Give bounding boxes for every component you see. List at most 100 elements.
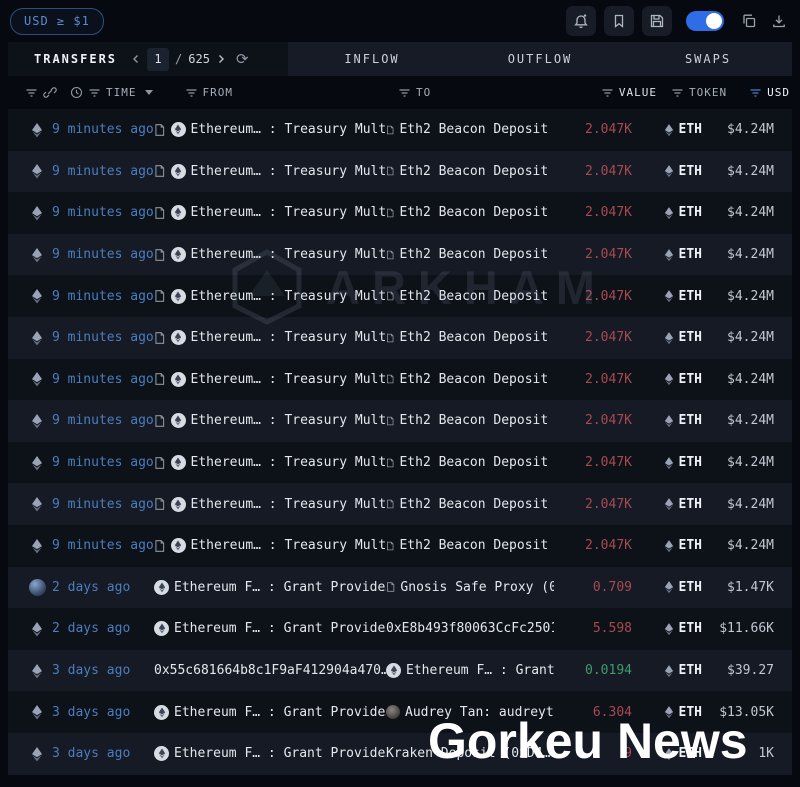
usd-header[interactable]: USD xyxy=(749,86,790,99)
copy-icon[interactable] xyxy=(738,10,760,32)
time-cell[interactable]: 9 minutes ago xyxy=(52,289,154,304)
time-header[interactable]: TIME xyxy=(70,86,153,99)
table-row[interactable]: 3 days ago Ethereum F… : Grant Provide… … xyxy=(8,691,792,733)
to-entity[interactable]: Eth2 Beacon Deposit Contrac… xyxy=(386,497,554,512)
value-header[interactable]: VALUE xyxy=(601,86,657,99)
from-entity[interactable]: Ethereum… : Treasury Mult… xyxy=(154,289,386,304)
to-entity[interactable]: Eth2 Beacon Deposit Contrac… xyxy=(386,289,554,304)
to-entity[interactable]: Eth2 Beacon Deposit Contrac… xyxy=(386,122,554,137)
table-row[interactable]: 9 minutes ago Ethereum… : Treasury Mult…… xyxy=(8,275,792,317)
value-cell: 2.047K xyxy=(554,247,632,262)
table-row[interactable]: 2 days ago Ethereum F… : Grant Provide… … xyxy=(8,567,792,609)
to-entity[interactable]: Kraken Deposit (0xD4… xyxy=(386,746,554,761)
tab-swaps[interactable]: SWAPS xyxy=(624,42,792,76)
table-row[interactable]: 9 minutes ago Ethereum… : Treasury Mult…… xyxy=(8,234,792,276)
from-entity[interactable]: Ethereum… : Treasury Mult… xyxy=(154,330,386,345)
time-cell[interactable]: 2 days ago xyxy=(52,580,154,595)
from-entity[interactable]: Ethereum… : Treasury Mult… xyxy=(154,164,386,179)
chain-icon-cell xyxy=(22,205,52,221)
to-entity[interactable]: Eth2 Beacon Deposit Contrac… xyxy=(386,164,554,179)
tab-inflow[interactable]: INFLOW xyxy=(288,42,456,76)
to-entity[interactable]: Gnosis Safe Proxy (0xdcF) xyxy=(386,580,554,595)
bookmark-icon[interactable] xyxy=(604,6,634,36)
time-cell[interactable]: 9 minutes ago xyxy=(52,413,154,428)
filter-icon-active[interactable] xyxy=(749,87,762,99)
table-row[interactable]: 9 minutes ago Ethereum… : Treasury Mult…… xyxy=(8,483,792,525)
table-row[interactable]: 9 minutes ago Ethereum… : Treasury Mult…… xyxy=(8,359,792,401)
eth-icon xyxy=(31,704,43,720)
from-entity[interactable]: Ethereum… : Treasury Mult… xyxy=(154,455,386,470)
from-entity[interactable]: Ethereum… : Treasury Mult… xyxy=(154,497,386,512)
to-entity[interactable]: Eth2 Beacon Deposit Contrac… xyxy=(386,205,554,220)
eth-icon xyxy=(664,580,674,594)
table-row[interactable]: 2 days ago Ethereum F… : Grant Provide… … xyxy=(8,608,792,650)
tab-transfers[interactable]: TRANSFERS xyxy=(34,52,117,66)
filter-icon[interactable] xyxy=(25,87,38,99)
time-cell[interactable]: 9 minutes ago xyxy=(52,538,154,553)
time-cell[interactable]: 9 minutes ago xyxy=(52,122,154,137)
value-cell: 2.047K xyxy=(554,497,632,512)
usd-filter-pill[interactable]: USD ≥ $1 xyxy=(10,8,104,35)
from-entity[interactable]: 0x55c681664b8c1F9aF412904a470… xyxy=(154,663,386,678)
to-entity[interactable]: Audrey Tan: audreyt.eth (0x… xyxy=(386,705,554,720)
table-row[interactable]: 3 days ago Ethereum F… : Grant Provide… … xyxy=(8,733,792,775)
time-cell[interactable]: 9 minutes ago xyxy=(52,497,154,512)
time-cell[interactable]: 3 days ago xyxy=(52,746,154,761)
from-entity[interactable]: Ethereum F… : Grant Provide… xyxy=(154,705,386,720)
from-entity[interactable]: Ethereum F… : Grant Provide… xyxy=(154,621,386,636)
to-header[interactable]: TO xyxy=(398,86,431,99)
from-entity[interactable]: Ethereum… : Treasury Mult… xyxy=(154,538,386,553)
to-entity[interactable]: Eth2 Beacon Deposit Contrac… xyxy=(386,330,554,345)
from-entity[interactable]: Ethereum F… : Grant Provide… xyxy=(154,580,386,595)
table-row[interactable]: 9 minutes ago Ethereum… : Treasury Mult…… xyxy=(8,317,792,359)
to-entity[interactable]: Ethereum F… : Grant Provide… xyxy=(386,663,554,678)
ethereum-logo-icon xyxy=(171,330,186,345)
time-cell[interactable]: 9 minutes ago xyxy=(52,247,154,262)
to-entity[interactable]: Eth2 Beacon Deposit Contrac… xyxy=(386,247,554,262)
from-entity[interactable]: Ethereum F… : Grant Provide… xyxy=(154,746,386,761)
from-entity[interactable]: Ethereum… : Treasury Mult… xyxy=(154,372,386,387)
to-entity[interactable]: 0xE8b493f80063CcFc25016c24Eb5… xyxy=(386,621,554,636)
from-header[interactable]: FROM xyxy=(185,86,234,99)
table-row[interactable]: 9 minutes ago Ethereum… : Treasury Mult…… xyxy=(8,109,792,151)
table-row[interactable]: 9 minutes ago Ethereum… : Treasury Mult…… xyxy=(8,151,792,193)
time-cell[interactable]: 9 minutes ago xyxy=(52,205,154,220)
save-icon[interactable] xyxy=(642,6,672,36)
usd-cell: $4.24M xyxy=(702,122,774,137)
download-icon[interactable] xyxy=(768,10,790,32)
from-entity[interactable]: Ethereum… : Treasury Mult… xyxy=(154,247,386,262)
filter-icon[interactable] xyxy=(671,87,684,99)
time-cell[interactable]: 9 minutes ago xyxy=(52,164,154,179)
time-cell[interactable]: 9 minutes ago xyxy=(52,455,154,470)
token-header[interactable]: TOKEN xyxy=(671,86,727,99)
time-cell[interactable]: 2 days ago xyxy=(52,621,154,636)
time-cell[interactable]: 3 days ago xyxy=(52,705,154,720)
table-row[interactable]: 3 days ago 0x55c681664b8c1F9aF412904a470… xyxy=(8,650,792,692)
filter-icon[interactable] xyxy=(601,87,614,99)
table-row[interactable]: 9 minutes ago Ethereum… : Treasury Mult…… xyxy=(8,400,792,442)
tab-outflow[interactable]: OUTFLOW xyxy=(456,42,624,76)
to-entity[interactable]: Eth2 Beacon Deposit Contrac… xyxy=(386,372,554,387)
toggle-on[interactable] xyxy=(686,11,724,31)
alert-bell-plus-icon[interactable] xyxy=(566,6,596,36)
refresh-icon[interactable]: ⟳ xyxy=(236,50,249,68)
to-entity[interactable]: Eth2 Beacon Deposit Contrac… xyxy=(386,413,554,428)
page-prev-icon[interactable] xyxy=(131,54,141,64)
time-cell[interactable]: 3 days ago xyxy=(52,663,154,678)
page-current[interactable]: 1 xyxy=(147,48,169,71)
from-entity[interactable]: Ethereum… : Treasury Mult… xyxy=(154,413,386,428)
to-entity[interactable]: Eth2 Beacon Deposit Contrac… xyxy=(386,455,554,470)
to-entity[interactable]: Eth2 Beacon Deposit Contrac… xyxy=(386,538,554,553)
page-next-icon[interactable] xyxy=(216,54,226,64)
time-cell[interactable]: 9 minutes ago xyxy=(52,330,154,345)
link-icon[interactable] xyxy=(43,86,57,99)
filter-icon[interactable] xyxy=(88,87,101,99)
time-cell[interactable]: 9 minutes ago xyxy=(52,372,154,387)
filter-icon[interactable] xyxy=(185,87,198,99)
from-entity[interactable]: Ethereum… : Treasury Mult… xyxy=(154,205,386,220)
from-entity[interactable]: Ethereum… : Treasury Mult… xyxy=(154,122,386,137)
table-row[interactable]: 9 minutes ago Ethereum… : Treasury Mult…… xyxy=(8,442,792,484)
table-row[interactable]: 9 minutes ago Ethereum… : Treasury Mult…… xyxy=(8,192,792,234)
table-row[interactable]: 9 minutes ago Ethereum… : Treasury Mult…… xyxy=(8,525,792,567)
filter-icon[interactable] xyxy=(398,87,411,99)
